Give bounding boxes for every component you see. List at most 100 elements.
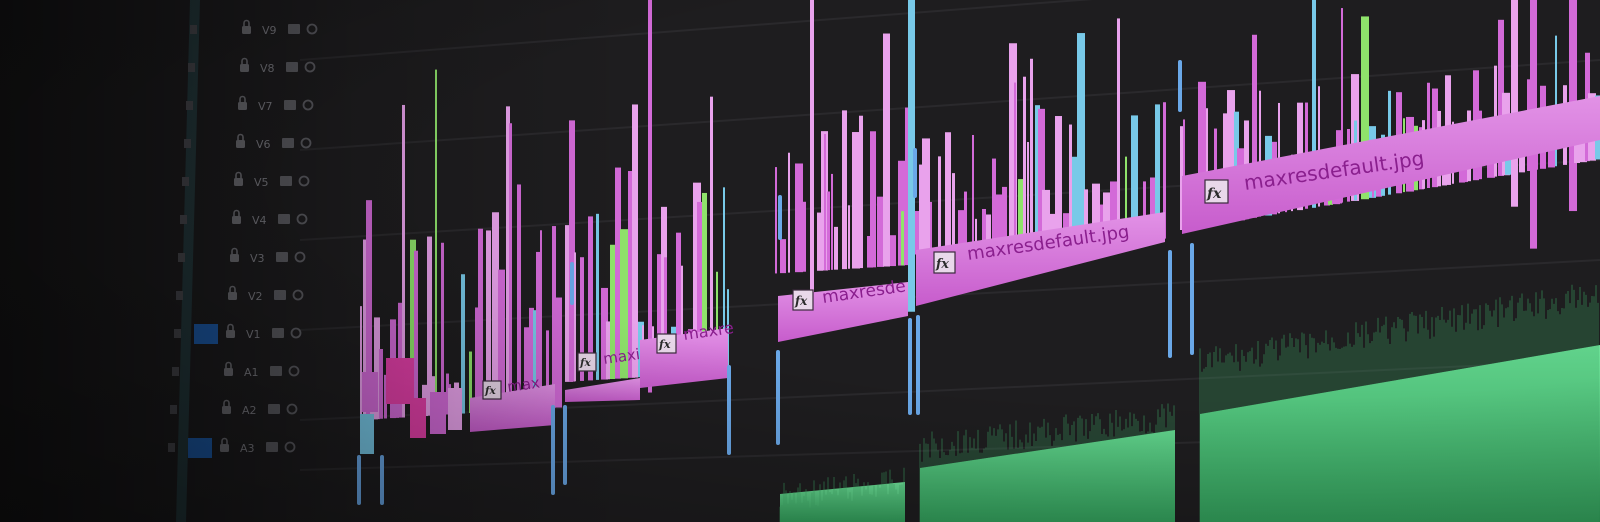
clip-segment[interactable]	[795, 163, 803, 273]
lock-icon[interactable]	[232, 209, 241, 224]
eye-icon[interactable]	[294, 251, 306, 263]
edit-marker[interactable]	[570, 262, 574, 305]
lock-icon[interactable]	[234, 171, 243, 187]
track-header-row[interactable]: V2	[176, 285, 304, 304]
clip-segment[interactable]	[386, 358, 414, 404]
clip-segment[interactable]	[945, 132, 951, 253]
toggle-output-icon[interactable]	[266, 442, 278, 452]
lock-icon[interactable]	[242, 19, 251, 35]
clip-segment[interactable]	[1014, 82, 1016, 249]
clip-segment[interactable]	[852, 132, 860, 269]
clip-segment[interactable]	[360, 414, 374, 454]
toggle-output-icon[interactable]	[268, 404, 280, 414]
sync-lock-icon[interactable]	[170, 405, 177, 414]
toggle-output-icon[interactable]	[276, 252, 288, 262]
clip-segment[interactable]	[827, 191, 830, 271]
edit-marker[interactable]	[357, 455, 361, 505]
edit-marker[interactable]	[1168, 250, 1172, 358]
clip-segment[interactable]	[362, 372, 378, 412]
eye-icon[interactable]	[298, 175, 310, 187]
edit-marker[interactable]	[1178, 60, 1182, 112]
toggle-output-icon[interactable]	[270, 366, 282, 376]
clip-segment[interactable]	[834, 226, 838, 270]
video-clip[interactable]: fxmaxre	[640, 318, 735, 388]
track-header-row[interactable]: A1	[172, 361, 300, 380]
clip-segment[interactable]	[952, 173, 955, 253]
edit-marker[interactable]	[778, 195, 782, 240]
sync-lock-icon[interactable]	[178, 253, 185, 262]
clip-segment[interactable]	[1030, 58, 1033, 248]
toggle-output-icon[interactable]	[286, 62, 298, 72]
sync-lock-icon[interactable]	[174, 329, 181, 338]
clip-segment[interactable]	[574, 252, 576, 382]
eye-icon[interactable]	[306, 23, 318, 35]
clip-segment[interactable]	[788, 152, 790, 273]
clip-segment[interactable]	[938, 156, 941, 254]
sync-lock-icon[interactable]	[184, 139, 191, 148]
clip-segment[interactable]	[555, 297, 562, 408]
sync-lock-icon[interactable]	[176, 291, 183, 300]
fx-badge-icon[interactable]: fx	[577, 352, 597, 372]
sync-lock-icon[interactable]	[188, 63, 195, 72]
clip-segment[interactable]	[379, 349, 383, 419]
clip-segment[interactable]	[883, 33, 890, 267]
lock-icon[interactable]	[220, 437, 229, 452]
clip-segment[interactable]	[780, 239, 786, 274]
clip-segment[interactable]	[890, 235, 896, 267]
track-target-button[interactable]	[194, 324, 218, 344]
toggle-output-icon[interactable]	[274, 290, 286, 300]
track-header-row[interactable]: V9	[190, 19, 318, 38]
lock-icon[interactable]	[224, 361, 233, 377]
video-clip[interactable]: fx maxresde	[778, 276, 908, 342]
eye-icon[interactable]	[286, 403, 298, 415]
eye-icon[interactable]	[296, 213, 308, 225]
clip-segment[interactable]	[824, 134, 826, 271]
edit-marker[interactable]	[551, 405, 555, 495]
clip-segment[interactable]	[414, 250, 418, 417]
edit-marker[interactable]	[727, 365, 731, 455]
clip-segment[interactable]	[478, 228, 483, 413]
sync-lock-icon[interactable]	[168, 443, 175, 452]
track-header-row[interactable]: V7	[186, 95, 314, 113]
edit-marker[interactable]	[1190, 243, 1194, 355]
clip-segment[interactable]	[448, 388, 462, 430]
clip-segment[interactable]	[930, 201, 932, 254]
clip-segment[interactable]	[1511, 0, 1518, 207]
clip-segment[interactable]	[775, 167, 777, 274]
clip-segment[interactable]	[922, 138, 930, 255]
sync-lock-icon[interactable]	[180, 215, 187, 224]
clip-segment[interactable]	[842, 110, 847, 270]
clip-segment[interactable]	[435, 69, 437, 416]
fx-badge-icon[interactable]: fx	[1204, 179, 1229, 204]
fx-badge-icon[interactable]: fx	[933, 251, 956, 274]
eye-icon[interactable]	[304, 61, 316, 73]
sync-lock-icon[interactable]	[190, 25, 197, 34]
toggle-output-icon[interactable]	[272, 328, 284, 338]
clip-segment[interactable]	[1027, 142, 1029, 248]
track-header-row[interactable]: V1	[174, 323, 302, 344]
eye-icon[interactable]	[302, 99, 314, 111]
clip-segment[interactable]	[859, 115, 863, 269]
lock-icon[interactable]	[230, 247, 239, 263]
clip-segment[interactable]	[877, 196, 884, 267]
track-header-row[interactable]: V5	[182, 171, 310, 190]
clip-segment[interactable]	[1077, 33, 1085, 245]
eye-icon[interactable]	[292, 289, 304, 301]
fx-badge-icon[interactable]: fx	[482, 380, 502, 400]
edit-marker[interactable]	[908, 318, 912, 415]
edit-marker[interactable]	[913, 148, 917, 198]
clip-segment[interactable]	[540, 230, 542, 409]
eye-icon[interactable]	[288, 365, 300, 377]
clip-segment[interactable]	[1117, 18, 1120, 242]
track-header-row[interactable]: V4	[180, 209, 308, 227]
track-header-row[interactable]: V8	[188, 57, 316, 76]
clip-segment[interactable]	[972, 134, 974, 251]
clip-segment[interactable]	[831, 173, 833, 270]
lock-icon[interactable]	[238, 95, 247, 110]
fx-badge-icon[interactable]: fx	[792, 289, 814, 311]
clip-segment[interactable]	[509, 123, 512, 411]
lock-icon[interactable]	[240, 57, 249, 73]
track-header-row[interactable]: V6	[184, 133, 312, 152]
lock-icon[interactable]	[236, 133, 245, 149]
sync-lock-icon[interactable]	[186, 101, 193, 110]
